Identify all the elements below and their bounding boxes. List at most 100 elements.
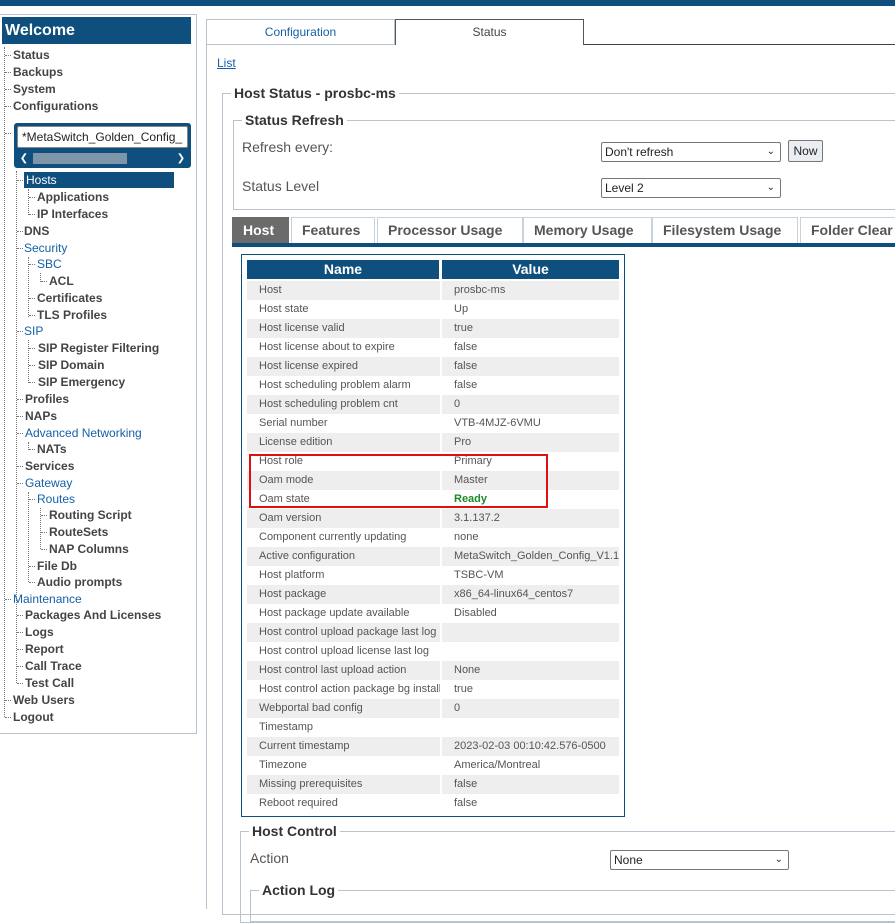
row-value: Up: [454, 303, 469, 315]
list-link[interactable]: List: [217, 56, 236, 70]
status-tabs-underline: [232, 243, 895, 247]
refresh-every-select[interactable]: Don't refresh ⌄: [601, 142, 781, 162]
sidebar-item-nats[interactable]: NATs: [37, 441, 67, 457]
table-row: Host prosbc-ms: [247, 281, 619, 300]
sidebar-item-advanced-networking[interactable]: Advanced Networking: [25, 425, 142, 441]
sidebar-item-dns[interactable]: DNS: [24, 223, 49, 239]
sidebar-item-nap-columns[interactable]: NAP Columns: [49, 541, 129, 557]
row-name: Host control action package bg install: [259, 683, 442, 695]
table-row: Reboot required false: [247, 794, 619, 813]
row-name: Timestamp: [259, 721, 313, 733]
sidebar-item-report[interactable]: Report: [25, 641, 64, 657]
sidebar-item-maintenance[interactable]: Maintenance: [13, 591, 82, 607]
table-row: Host package update available Disabled: [247, 604, 619, 623]
sidebar-item-test-call[interactable]: Test Call: [25, 675, 74, 691]
sidebar: Welcome Status Backups System Configurat…: [0, 14, 197, 734]
action-log-title: Action Log: [262, 882, 336, 898]
column-header-name: Name: [247, 260, 439, 279]
sidebar-item-status[interactable]: Status: [13, 47, 50, 63]
row-name: Host platform: [259, 569, 325, 581]
action-select[interactable]: None ⌄: [610, 850, 789, 870]
table-row: Host scheduling problem cnt 0: [247, 395, 619, 414]
row-value: Pro: [454, 436, 472, 448]
sidebar-item-routesets[interactable]: RouteSets: [49, 524, 108, 540]
configuration-scrollbar[interactable]: ❮ ❯: [17, 151, 188, 166]
action-log-panel: Action Log: [250, 882, 895, 922]
sidebar-item-services[interactable]: Services: [25, 458, 74, 474]
sidebar-item-sip-domain[interactable]: SIP Domain: [38, 357, 104, 373]
sidebar-item-gateway[interactable]: Gateway: [25, 475, 72, 491]
sidebar-item-hosts[interactable]: Hosts: [24, 172, 174, 188]
sidebar-item-backups[interactable]: Backups: [13, 64, 63, 80]
table-row: Timestamp: [247, 718, 619, 737]
sidebar-item-applications[interactable]: Applications: [37, 189, 109, 205]
host-control-title: Host Control: [252, 823, 337, 839]
sidebar-item-call-trace[interactable]: Call Trace: [25, 658, 82, 674]
table-row: Host license valid true: [247, 319, 619, 338]
sidebar-item-sip[interactable]: SIP: [24, 323, 43, 339]
tab-features[interactable]: Features: [291, 217, 375, 243]
table-row: License edition Pro: [247, 433, 619, 452]
sidebar-item-system[interactable]: System: [13, 81, 56, 97]
row-name: Host control last upload action: [259, 664, 407, 676]
status-refresh-title: Status Refresh: [245, 112, 344, 128]
row-value: false: [454, 778, 478, 790]
status-level-label: Status Level: [242, 178, 320, 194]
sidebar-item-file-db[interactable]: File Db: [37, 558, 77, 574]
sidebar-item-profiles[interactable]: Profiles: [25, 391, 69, 407]
row-value: America/Montreal: [454, 759, 541, 771]
sidebar-item-audio-prompts[interactable]: Audio prompts: [37, 574, 122, 590]
sidebar-item-sbc[interactable]: SBC: [37, 256, 62, 272]
column-header-value: Value: [442, 260, 619, 279]
sidebar-item-sip-emergency[interactable]: SIP Emergency: [38, 374, 125, 390]
sidebar-item-security[interactable]: Security: [24, 240, 67, 256]
row-name: Host package update available: [259, 607, 410, 619]
table-row: Host license expired false: [247, 357, 619, 376]
sidebar-item-routes[interactable]: Routes: [37, 491, 75, 507]
tab-host[interactable]: Host: [232, 217, 289, 243]
refresh-now-button[interactable]: Now: [788, 140, 823, 162]
sidebar-item-tls-profiles[interactable]: TLS Profiles: [37, 307, 107, 323]
table-row: Active configuration MetaSwitch_Golden_Co…: [247, 547, 619, 566]
row-name: Component currently updating: [259, 531, 407, 543]
tab-processor-usage[interactable]: Processor Usage: [377, 217, 523, 243]
table-row: Host scheduling problem alarm false: [247, 376, 619, 395]
scroll-thumb[interactable]: [33, 153, 127, 164]
sidebar-item-configurations[interactable]: Configurations: [13, 98, 98, 114]
row-name: Oam version: [259, 512, 322, 524]
tab-memory-usage[interactable]: Memory Usage: [523, 217, 652, 243]
sidebar-item-acl[interactable]: ACL: [49, 273, 74, 289]
scroll-left-icon[interactable]: ❮: [17, 151, 31, 166]
row-value: false: [454, 797, 478, 809]
action-value: None: [614, 853, 643, 867]
scroll-right-icon[interactable]: ❯: [174, 151, 188, 166]
row-value: 0: [454, 702, 461, 714]
row-name: Reboot required: [259, 797, 338, 809]
refresh-every-value: Don't refresh: [605, 145, 674, 159]
sidebar-item-logout[interactable]: Logout: [13, 709, 54, 725]
configuration-selector[interactable]: *MetaSwitch_Golden_Config_ ❮ ❯: [14, 123, 191, 168]
chevron-down-icon: ⌄: [766, 182, 775, 193]
sidebar-item-web-users[interactable]: Web Users: [13, 692, 75, 708]
row-value: none: [454, 531, 479, 543]
tab-filesystem-usage[interactable]: Filesystem Usage: [652, 217, 798, 243]
sidebar-item-packages-and-licenses[interactable]: Packages And Licenses: [25, 607, 161, 623]
table-row: Host state Up: [247, 300, 619, 319]
tab-folder-clear[interactable]: Folder Clear: [800, 217, 895, 243]
tab-configuration[interactable]: Configuration: [206, 19, 395, 45]
sidebar-item-routing-script[interactable]: Routing Script: [49, 507, 132, 523]
sidebar-item-certificates[interactable]: Certificates: [37, 290, 102, 306]
sidebar-item-sip-register-filtering[interactable]: SIP Register Filtering: [38, 340, 159, 356]
sidebar-item-naps[interactable]: NAPs: [25, 408, 57, 424]
tab-status[interactable]: Status: [395, 19, 584, 45]
row-name: Host control upload package last log: [259, 626, 437, 638]
status-level-select[interactable]: Level 2 ⌄: [601, 178, 781, 198]
row-name: License edition: [259, 436, 333, 448]
sidebar-item-ip-interfaces[interactable]: IP Interfaces: [37, 206, 108, 222]
row-name: Host control upload license last log: [259, 645, 429, 657]
configuration-name[interactable]: *MetaSwitch_Golden_Config_: [17, 126, 188, 148]
status-level-value: Level 2: [605, 181, 644, 195]
table-row: Host platform TSBC-VM: [247, 566, 619, 585]
sidebar-item-logs[interactable]: Logs: [25, 624, 54, 640]
row-name: Host license about to expire: [259, 341, 395, 353]
